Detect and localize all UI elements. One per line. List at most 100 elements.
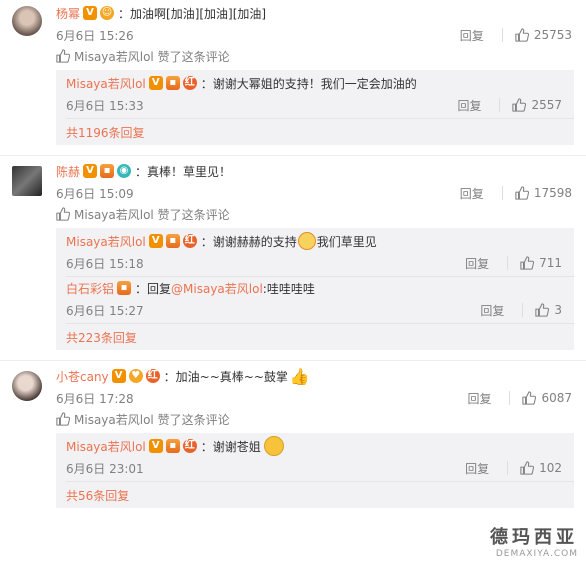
verified-v-icon: V: [83, 164, 98, 178]
comment-username[interactable]: 小苍cany: [56, 368, 109, 385]
reply-text: ：谢谢大幂姐的支持！我们一定会加油的: [200, 76, 417, 91]
more-replies-link[interactable]: 共223条回复: [66, 324, 574, 350]
clap-emoji-icon: 👍: [289, 366, 310, 386]
liked-by-text: Misaya若风lol 赞了这条评论: [74, 49, 230, 64]
like-button[interactable]: 25753: [515, 28, 572, 42]
comment-text: ：真棒！草里见！: [135, 164, 232, 179]
smile-emoji-icon: [263, 436, 284, 456]
comment-username[interactable]: 杨幂: [56, 5, 80, 22]
like-button[interactable]: 17598: [515, 186, 572, 200]
comment-item: 杨幂 V ☺ ：加油啊[加油][加油][加油] 6月6日 15:26 回复 25…: [0, 0, 586, 156]
reply-time: 6月6日 15:18: [66, 256, 144, 271]
avatar[interactable]: [12, 166, 42, 196]
like-count: 102: [539, 461, 562, 475]
liked-by-text: Misaya若风lol 赞了这条评论: [74, 207, 230, 222]
member-badge-icon: ▪: [165, 76, 180, 90]
divider: [501, 186, 503, 200]
comment-text: ：加油~~真棒~~鼓掌: [163, 369, 288, 384]
thumb-up-icon: [522, 391, 536, 405]
watermark-title: 德玛西亚: [490, 527, 578, 548]
thumb-up-icon: [535, 303, 549, 317]
reply-username[interactable]: Misaya若风lol: [66, 75, 146, 92]
reply-item: Misaya若风lol V ▪ 红 ：谢谢大幂姐的支持！我们一定会加油的 6月6…: [66, 72, 574, 119]
reply-username[interactable]: Misaya若风lol: [66, 233, 146, 250]
reply-text: ：谢谢苍姐: [200, 439, 261, 454]
reply-item: Misaya若风lol V ▪ 红 ：谢谢苍姐 6月6日 23:01 回复 10…: [66, 435, 574, 482]
reply-username[interactable]: Misaya若风lol: [66, 438, 146, 455]
reply-username[interactable]: 白石彩铝: [66, 280, 114, 297]
comment-time: 6月6日 17:28: [56, 391, 134, 406]
reply-text: ：谢谢赫赫的支持: [200, 234, 297, 249]
reply-item: 白石彩铝 ▪ ：回复 @Misaya若风lol :哇哇哇哇 6月6日 15:27…: [66, 277, 574, 324]
camera-badge-icon: ◉: [117, 164, 132, 178]
divider: [507, 256, 509, 270]
verified-v-icon: V: [148, 76, 163, 90]
like-button[interactable]: 102: [520, 461, 562, 475]
reply-button[interactable]: 回复: [460, 185, 484, 202]
divider: [507, 461, 509, 475]
avatar[interactable]: [12, 371, 42, 401]
reply-item: Misaya若风lol V ▪ 红 ：谢谢赫赫的支持 我们草里见 6月6日 15…: [66, 230, 574, 277]
reply-button[interactable]: 回复: [460, 27, 484, 44]
thumb-up-icon: [56, 49, 70, 63]
member-badge-icon: ▪: [100, 164, 115, 178]
level-badge-icon: 红: [182, 234, 197, 248]
mention-link[interactable]: @Misaya若风lol: [171, 280, 263, 297]
member-badge-icon: ▪: [165, 234, 180, 248]
divider: [509, 391, 511, 405]
comment-time: 6月6日 15:09: [56, 186, 134, 201]
liked-by-notice: Misaya若风lol 赞了这条评论: [56, 46, 586, 66]
like-button[interactable]: 3: [535, 303, 562, 317]
liked-by-text: Misaya若风lol 赞了这条评论: [74, 412, 230, 427]
reply-time: 6月6日 15:33: [66, 98, 144, 113]
reply-button[interactable]: 回复: [465, 255, 489, 272]
comment-item: 陈赫 V ▪ ◉ ：真棒！草里见！ 6月6日 15:09 回复 17598 Mi…: [0, 156, 586, 361]
comment-username[interactable]: 陈赫: [56, 163, 80, 180]
thumb-up-icon: [56, 412, 70, 426]
reply-box: Misaya若风lol V ▪ 红 ：谢谢赫赫的支持 我们草里见 6月6日 15…: [56, 228, 574, 350]
like-count: 2557: [531, 98, 562, 112]
verified-v-icon: V: [83, 6, 98, 20]
reply-text: ：回复: [135, 281, 172, 296]
verified-v-icon: V: [111, 369, 126, 383]
divider: [522, 303, 524, 317]
level-badge-icon: 红: [182, 76, 197, 90]
like-count: 3: [554, 303, 562, 317]
member-badge-icon: ▪: [117, 281, 132, 295]
liked-by-notice: Misaya若风lol 赞了这条评论: [56, 409, 586, 429]
reply-time: 6月6日 15:27: [66, 303, 144, 318]
comment-text: ：加油啊[加油][加油][加油]: [118, 6, 267, 21]
divider: [501, 28, 503, 42]
like-button[interactable]: 711: [520, 256, 562, 270]
comment-time: 6月6日 15:26: [56, 28, 134, 43]
thumb-up-icon: [512, 98, 526, 112]
reply-time: 6月6日 23:01: [66, 461, 144, 476]
like-button[interactable]: 6087: [522, 391, 572, 405]
thumb-up-icon: [520, 461, 534, 475]
thumb-up-icon: [515, 28, 529, 42]
like-count: 6087: [541, 391, 572, 405]
more-replies-link[interactable]: 共56条回复: [66, 482, 574, 508]
heart-badge-icon: ♥: [128, 369, 143, 383]
reply-button[interactable]: 回复: [465, 460, 489, 477]
comment-item: 小苍cany V ♥ 红 ：加油~~真棒~~鼓掌 👍 6月6日 17:28 回复…: [0, 361, 586, 508]
reply-button[interactable]: 回复: [480, 302, 504, 319]
member-badge-icon: ▪: [165, 439, 180, 453]
verified-v-icon: V: [148, 234, 163, 248]
reply-button[interactable]: 回复: [467, 390, 491, 407]
reply-text: 我们草里见: [316, 234, 377, 249]
reply-text: :哇哇哇哇: [262, 281, 315, 296]
avatar[interactable]: [12, 6, 42, 36]
reply-button[interactable]: 回复: [457, 97, 481, 114]
like-button[interactable]: 2557: [512, 98, 562, 112]
like-count: 17598: [533, 186, 572, 200]
thumb-up-icon: [56, 207, 70, 221]
surprised-emoji-icon: [297, 232, 316, 250]
level-badge-icon: 红: [182, 439, 197, 453]
like-count: 25753: [533, 28, 572, 42]
thumb-up-icon: [520, 256, 534, 270]
divider: [499, 98, 501, 112]
level-badge-icon: ☺: [100, 6, 115, 20]
like-count: 711: [539, 256, 562, 270]
more-replies-link[interactable]: 共1196条回复: [66, 119, 574, 145]
